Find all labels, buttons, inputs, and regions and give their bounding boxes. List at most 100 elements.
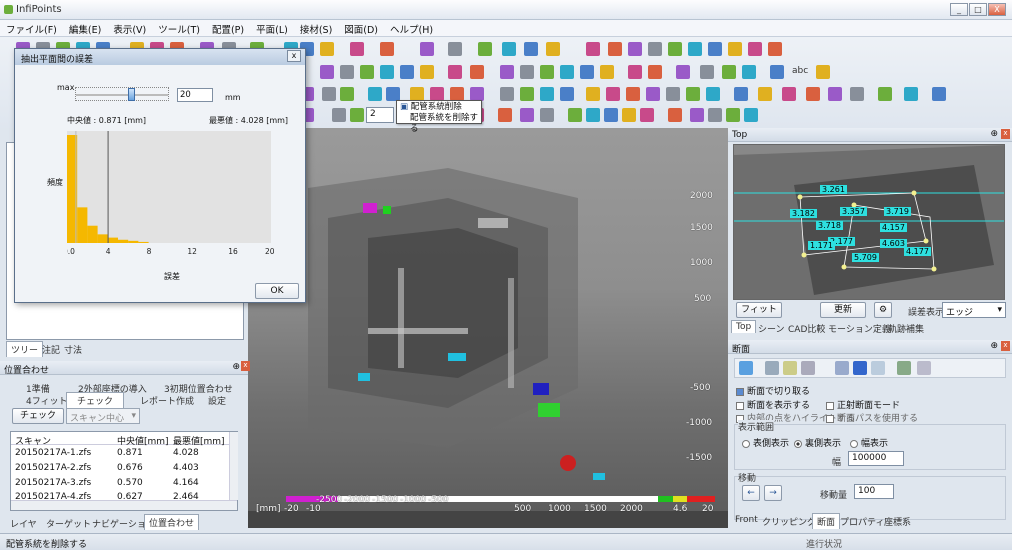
toolbar-tool-icon[interactable] [546,42,560,56]
toolbar-tool-icon[interactable] [708,42,722,56]
toolbar-tool-icon[interactable] [498,108,512,122]
toolbar-tool-icon[interactable] [628,42,642,56]
toolbar-tool-icon[interactable] [608,42,622,56]
checkbox[interactable] [736,401,744,410]
section-tool-icon[interactable] [897,361,911,375]
toolbar-tool-icon[interactable] [932,87,946,101]
level-combo[interactable]: 2 [366,107,394,123]
menu-help[interactable]: ヘルプ(H) [384,20,439,38]
tab-alignment[interactable]: 位置合わせ [144,514,200,530]
toolbar-tool-icon[interactable] [540,65,554,79]
move-left-button[interactable]: ← [742,485,760,501]
toolbar-tool-icon[interactable] [626,87,640,101]
section-tool-icon[interactable] [917,361,931,375]
fit-button[interactable]: フィット [736,302,782,318]
close-icon[interactable]: x [241,361,250,371]
error-display-combo[interactable]: エッジ ▾ [942,302,1006,318]
toolbar-tool-icon[interactable] [686,87,700,101]
toolbar-tool-icon[interactable] [646,87,660,101]
tab-clipping[interactable]: クリッピング [758,514,820,529]
toolbar-tool-icon[interactable] [350,108,364,122]
horizontal-scrollbar[interactable] [11,500,237,510]
toolbar-tool-icon[interactable] [586,108,600,122]
section-tool-icon[interactable] [871,361,885,375]
col-median[interactable]: 中央値[mm] [117,434,169,447]
section-tool-icon[interactable] [783,361,797,375]
tab-dimensions[interactable]: 寸法 [60,342,86,357]
toolbar-tool-icon[interactable] [420,42,434,56]
toolbar-tool-icon[interactable] [676,65,690,79]
checkbox[interactable] [826,414,834,423]
toolbar-tool-icon[interactable] [706,87,720,101]
toolbar-tool-icon[interactable] [586,87,600,101]
opt-ortho-mode[interactable]: 正射断面モード [826,398,900,411]
toolbar-tool-icon[interactable] [340,87,354,101]
toolbar-tool-icon[interactable] [600,65,614,79]
menu-place[interactable]: 配置(P) [206,20,250,38]
menu-edit[interactable]: 編集(E) [63,20,107,38]
step-fit[interactable]: 4フィット [22,393,72,408]
radio[interactable] [742,439,750,448]
close-button[interactable]: X [988,3,1006,16]
step-settings[interactable]: 設定 [204,393,230,408]
top-view-canvas[interactable]: 3.261 3.719 3.357 4.157 3.718 3.182 4.60… [733,144,1005,300]
col-scan[interactable]: スキャン [15,434,51,447]
toolbar-tool-icon[interactable] [520,65,534,79]
max-input[interactable]: 20 [177,88,213,102]
settings-icon[interactable]: ⚙ [874,302,892,318]
toolbar-tool-icon[interactable] [828,87,842,101]
toolbar-tool-icon[interactable] [586,42,600,56]
toolbar-tool-icon[interactable] [340,65,354,79]
toolbar-tool-icon[interactable] [708,108,722,122]
toolbar-tool-icon[interactable] [648,42,662,56]
toolbar-tool-icon[interactable] [360,65,374,79]
toolbar-tool-icon[interactable] [628,65,642,79]
tab-cad-compare[interactable]: CAD比較 [784,321,829,336]
menu-plane[interactable]: 平面(L) [250,20,294,38]
table-row[interactable]: 20150217A-3.zfs 0.570 4.164 [11,478,229,491]
tab-top[interactable]: Top [731,320,757,333]
toolbar-tool-icon[interactable] [540,87,554,101]
width-input[interactable]: 100000 [848,451,904,466]
toolbar-tool-icon[interactable] [500,65,514,79]
menu-drawing[interactable]: 図面(D) [338,20,384,38]
scan-error-table[interactable]: スキャン 中央値[mm] 最悪値[mm] 20150217A-1.zfs 0.87… [10,431,238,511]
toolbar-tool-icon[interactable] [690,108,704,122]
tab-trajectory[interactable]: 軌跡補集 [884,321,928,336]
toolbar-tool-icon[interactable] [520,87,534,101]
section-tool-icon[interactable] [853,361,867,375]
max-slider[interactable] [75,87,169,101]
section-tool-icon[interactable] [801,361,815,375]
toolbar-tool-icon[interactable] [430,87,444,101]
toolbar-tool-icon[interactable] [700,65,714,79]
move-right-button[interactable]: → [764,485,782,501]
toolbar-tool-icon[interactable] [782,87,796,101]
toolbar-tool-icon[interactable] [742,65,756,79]
toolbar-tool-icon[interactable] [734,87,748,101]
radio-front[interactable]: 表側表示 [742,436,789,449]
toolbar-tool-icon[interactable] [420,65,434,79]
toolbar-tool-icon[interactable] [524,42,538,56]
toolbar-tool-icon[interactable] [500,87,514,101]
toolbar-tool-icon[interactable] [904,87,918,101]
dialog-close-icon[interactable]: x [287,50,301,62]
toolbar-tool-icon[interactable] [806,87,820,101]
toolbar-tool-icon[interactable] [668,42,682,56]
radio-back[interactable]: 裏側表示 [794,436,841,449]
radio-selected[interactable] [794,439,802,448]
scan-center-combo[interactable]: スキャン中心 ▾ [66,408,140,424]
point-cloud-viewport[interactable]: 2000 1500 1000 500 -500 -1000 -1500 [mm]… [248,128,728,528]
toolbar-tool-icon[interactable] [758,87,772,101]
tab-coordinate[interactable]: 座標系 [880,514,915,529]
toolbar-tool-icon[interactable] [502,42,516,56]
toolbar-tool-icon[interactable] [580,65,594,79]
pin-icon[interactable]: ⊕ [232,362,240,372]
toolbar-tool-icon[interactable] [744,108,758,122]
text-tool-label[interactable]: abc [792,66,808,76]
pin-icon[interactable]: ⊕ [990,129,998,139]
close-icon[interactable]: x [1001,341,1010,351]
vertical-scrollbar[interactable] [229,432,238,500]
toolbar-tool-icon[interactable] [728,42,742,56]
toolbar-tool-icon[interactable] [320,65,334,79]
ok-button[interactable]: OK [255,283,299,299]
